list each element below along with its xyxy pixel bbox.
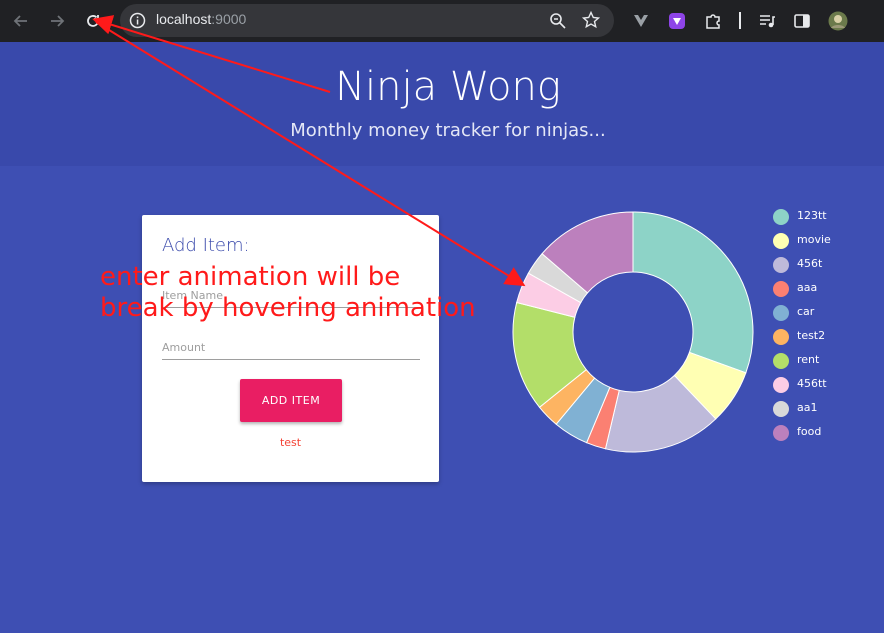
bookmark-star-icon[interactable] xyxy=(581,10,601,33)
legend-swatch xyxy=(773,257,789,273)
donut-slice-rent[interactable] xyxy=(512,301,587,408)
donut-slice-car[interactable] xyxy=(555,377,611,444)
legend-swatch xyxy=(773,233,789,249)
add-item-card: Add Item: ADD ITEM test xyxy=(142,215,439,482)
legend-item-456tt[interactable]: 456tt xyxy=(773,375,873,393)
item-name-field[interactable] xyxy=(162,284,420,308)
side-panel-icon[interactable] xyxy=(790,9,814,33)
browser-toolbar: localhost:9000 xyxy=(0,0,884,42)
form-title: Add Item: xyxy=(162,235,250,256)
app-header: Ninja Wong Monthly money tracker for nin… xyxy=(0,42,884,166)
error-text: test xyxy=(279,436,302,449)
extensions-puzzle-icon[interactable] xyxy=(701,9,725,33)
donut-slice-movie[interactable] xyxy=(673,351,747,420)
legend-swatch xyxy=(773,209,789,225)
legend-item-aa1[interactable]: aa1 xyxy=(773,399,873,417)
donut-slice-food[interactable] xyxy=(541,211,634,294)
donut-slice-456t[interactable] xyxy=(604,374,717,453)
donut-slice-456tt[interactable] xyxy=(516,272,582,318)
reload-icon[interactable] xyxy=(81,9,105,33)
legend-label: test2 xyxy=(797,329,826,342)
legend-label: rent xyxy=(797,353,820,366)
profile-avatar-icon[interactable] xyxy=(826,9,850,33)
donut-slice-aa1[interactable] xyxy=(527,252,589,304)
donut-slice-test2[interactable] xyxy=(538,368,596,425)
vue-devtools-icon[interactable] xyxy=(629,9,653,33)
extension-purple-icon[interactable] xyxy=(665,9,689,33)
legend-item-movie[interactable]: movie xyxy=(773,231,873,249)
zoom-icon[interactable] xyxy=(549,12,566,33)
app-subtitle: Monthly money tracker for ninjas... xyxy=(290,120,606,141)
legend-swatch xyxy=(773,353,789,369)
legend-item-456t[interactable]: 456t xyxy=(773,255,873,273)
url-host: localhost xyxy=(156,11,212,27)
legend-item-car[interactable]: car xyxy=(773,303,873,321)
toolbar-divider xyxy=(739,12,741,29)
legend-label: 123tt xyxy=(797,209,827,222)
url-port: :9000 xyxy=(211,11,247,27)
site-info-icon[interactable] xyxy=(129,12,146,33)
legend-swatch xyxy=(773,377,789,393)
legend-swatch xyxy=(773,401,789,417)
legend-item-rent[interactable]: rent xyxy=(773,351,873,369)
legend-label: movie xyxy=(797,233,831,246)
media-controls-icon[interactable] xyxy=(755,9,779,33)
legend-label: 456t xyxy=(797,257,823,270)
legend-item-123tt[interactable]: 123tt xyxy=(773,207,873,225)
legend-item-aaa[interactable]: aaa xyxy=(773,279,873,297)
legend-label: aa1 xyxy=(797,401,818,414)
address-bar[interactable]: localhost:9000 xyxy=(120,4,614,37)
item-name-input[interactable] xyxy=(162,289,420,302)
legend-swatch xyxy=(773,425,789,441)
amount-field[interactable] xyxy=(162,336,420,360)
add-item-button[interactable]: ADD ITEM xyxy=(240,379,342,422)
legend-swatch xyxy=(773,305,789,321)
legend-label: 456tt xyxy=(797,377,827,390)
legend-swatch xyxy=(773,329,789,345)
legend-label: aaa xyxy=(797,281,818,294)
legend-item-food[interactable]: food xyxy=(773,423,873,441)
amount-input[interactable] xyxy=(162,341,420,354)
legend-label: car xyxy=(797,305,815,318)
app-title: Ninja Wong xyxy=(335,64,561,110)
forward-icon[interactable] xyxy=(45,9,69,33)
url-text: localhost:9000 xyxy=(156,11,246,27)
legend-item-test2[interactable]: test2 xyxy=(773,327,873,345)
legend-label: food xyxy=(797,425,822,438)
back-icon[interactable] xyxy=(9,9,33,33)
donut-slice-aaa[interactable] xyxy=(585,386,620,450)
legend-swatch xyxy=(773,281,789,297)
donut-slice-123tt[interactable] xyxy=(632,211,754,374)
